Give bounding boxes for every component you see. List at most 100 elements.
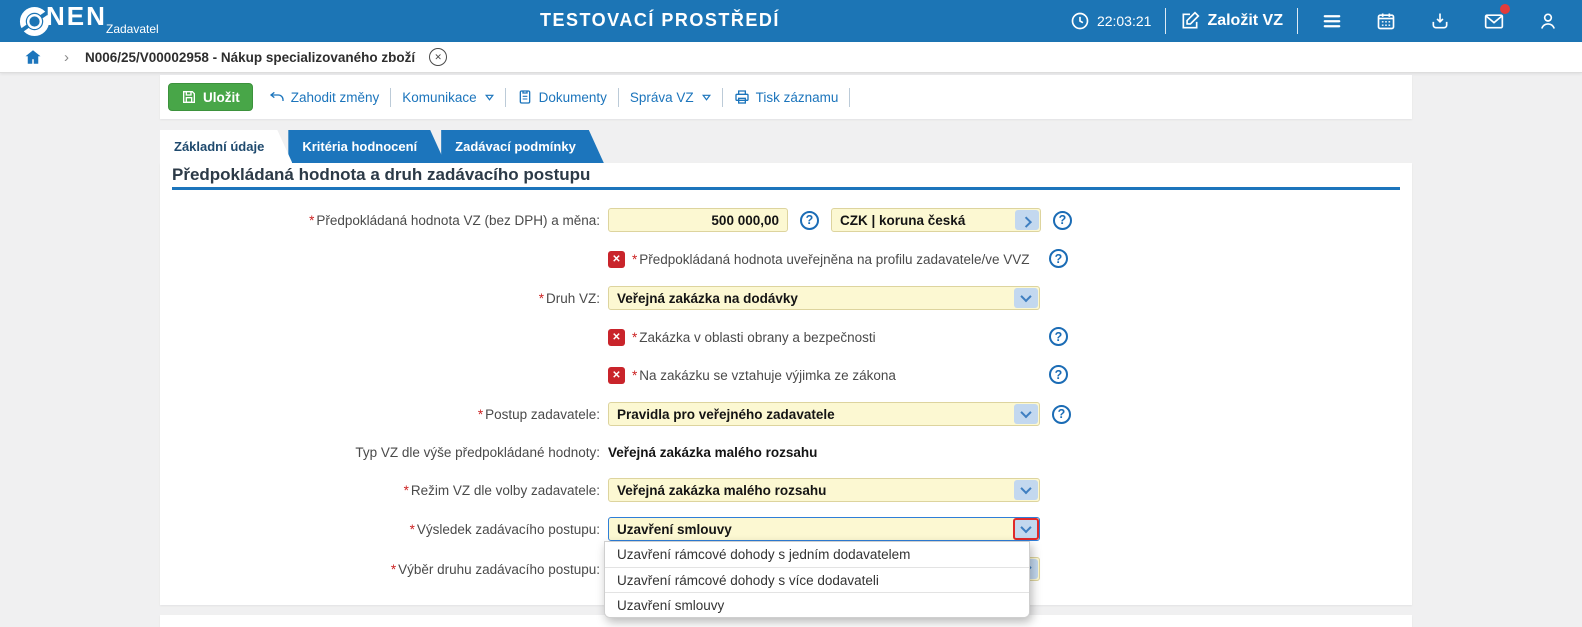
chevron-down-icon <box>1020 482 1032 495</box>
row-defense: ✕ * Zakázka v oblasti obrany a bezpečnost… <box>160 325 1412 349</box>
dropdown-option[interactable]: Uzavření rámcové dohody s více dodavatel… <box>605 567 1029 592</box>
help-icon[interactable]: ? <box>1049 327 1068 346</box>
dropdown-option[interactable]: Uzavření rámcové dohody s jedním dodavat… <box>605 542 1029 567</box>
tab-zakladni-udaje[interactable]: Základní údaje <box>160 130 292 163</box>
chevron-right-icon <box>1020 216 1032 228</box>
currency-picker[interactable]: CZK | koruna česká <box>831 208 1041 232</box>
manage-vz-menu[interactable]: Správa VZ <box>630 90 711 105</box>
row-exception: ✕ * Na zakázku se vztahuje výjimka ze zák… <box>160 363 1412 387</box>
save-label: Uložit <box>203 89 240 105</box>
vyber-druhu-label: * Výběr druhu zadávacího postupu: <box>390 561 600 577</box>
calendar-icon <box>1377 13 1395 30</box>
user-icon <box>1540 13 1556 29</box>
currency-open-button[interactable] <box>1015 210 1039 230</box>
calendar-button[interactable] <box>1373 8 1399 34</box>
app-header: NEN Zadavatel TESTOVACÍ PROSTŘEDÍ 22:03:… <box>0 0 1582 42</box>
communication-menu[interactable]: Komunikace <box>402 89 494 105</box>
postup-select[interactable]: Pravidla pro veřejného zadavatele <box>608 402 1040 426</box>
postup-label: * Postup zadavatele: <box>477 406 600 422</box>
manage-vz-label: Správa VZ <box>629 89 694 105</box>
discard-changes-button[interactable]: Zahodit změny <box>269 89 380 105</box>
rezim-select[interactable]: Veřejná zakázka malého rozsahu <box>608 478 1040 502</box>
create-vz-label: Založit VZ <box>1207 12 1283 29</box>
help-icon[interactable]: ? <box>1052 404 1071 424</box>
checkbox-unchecked-icon[interactable]: ✕ <box>608 366 625 384</box>
toolbar-divider <box>849 87 851 107</box>
menu-button[interactable] <box>1319 8 1345 34</box>
downloads-button[interactable] <box>1427 8 1453 34</box>
print-record-button[interactable]: Tisk záznamu <box>734 89 839 105</box>
vysledek-dropdown-button[interactable] <box>1013 518 1039 540</box>
triangle-down-icon <box>701 94 711 101</box>
druh-vz-dropdown-button[interactable] <box>1014 288 1038 308</box>
vysledek-select[interactable]: Uzavření smlouvy <box>608 517 1040 541</box>
tab-zadavaci-podminky[interactable]: Zadávací podmínky <box>441 130 604 163</box>
vysledek-value: Uzavření smlouvy <box>617 521 732 537</box>
rezim-dropdown-button[interactable] <box>1014 480 1038 500</box>
printer-icon <box>734 90 749 104</box>
toolbar-divider <box>504 87 506 107</box>
document-icon <box>519 90 530 104</box>
checkbox-unchecked-icon[interactable]: ✕ <box>608 328 625 346</box>
documents-button[interactable]: Dokumenty <box>517 89 607 105</box>
postup-value: Pravidla pro veřejného zadavatele <box>617 406 835 422</box>
logo-subtitle: Zadavatel <box>106 22 159 36</box>
druh-vz-value: Veřejná zakázka na dodávky <box>617 290 798 306</box>
record-tabs: Základní údaje Kritéria hodnocení Zadáva… <box>160 130 604 163</box>
save-button[interactable]: Uložit <box>168 83 253 111</box>
header-divider <box>1297 8 1298 34</box>
chevron-down-icon <box>1020 521 1032 534</box>
toolbar-divider <box>721 87 723 107</box>
rezim-value: Veřejná zakázka malého rozsahu <box>617 482 827 498</box>
druh-vz-label: * Druh VZ: <box>538 290 600 306</box>
exception-label: * Na zakázku se vztahuje výjimka ze zákon… <box>632 367 896 383</box>
row-published: ✕ * Předpokládaná hodnota uveřejněna na p… <box>160 247 1412 271</box>
toolbar-divider <box>617 87 619 107</box>
section-rule <box>172 187 1400 190</box>
defense-label: * Zakázka v oblasti obrany a bezpečnosti <box>632 329 876 345</box>
checkbox-unchecked-icon[interactable]: ✕ <box>608 250 625 268</box>
help-icon[interactable]: ? <box>1049 365 1068 384</box>
print-record-label: Tisk záznamu <box>755 89 839 105</box>
estimated-value-input[interactable]: 500 000,00 <box>608 208 788 232</box>
session-clock: 22:03:21 <box>1070 11 1151 31</box>
profile-button[interactable] <box>1535 8 1561 34</box>
help-icon[interactable]: ? <box>1053 210 1072 230</box>
breadcrumb: › N006/25/V00002958 - Nákup specializova… <box>0 42 1582 73</box>
hamburger-icon <box>1323 15 1341 28</box>
help-icon[interactable]: ? <box>800 210 819 230</box>
edit-icon <box>1182 11 1200 29</box>
breadcrumb-chevron: › <box>64 48 69 66</box>
discard-changes-label: Zahodit změny <box>290 89 380 105</box>
row-vysledek: * Výsledek zadávacího postupu: Uzavření s… <box>160 517 1412 541</box>
row-postup: * Postup zadavatele: Pravidla pro veřejné… <box>160 402 1412 426</box>
chevron-down-icon <box>1020 406 1032 419</box>
row-estimated-value: * Předpokládaná hodnota VZ (bez DPH) a mě… <box>160 208 1412 232</box>
vysledek-dropdown-list: Uzavření rámcové dohody s jedním dodavat… <box>604 541 1030 618</box>
mail-icon <box>1484 14 1504 29</box>
logo-text[interactable]: NEN <box>46 1 107 32</box>
row-rezim: * Režim VZ dle volby zadavatele: Veřejná … <box>160 478 1412 502</box>
clock-icon <box>1071 12 1089 30</box>
triangle-down-icon <box>484 94 494 101</box>
notification-dot <box>1500 4 1510 14</box>
tab-kriteria-hodnoceni[interactable]: Kritéria hodnocení <box>288 130 445 163</box>
vysledek-label: * Výsledek zadávacího postupu: <box>409 521 600 537</box>
create-vz-button[interactable]: Založit VZ <box>1180 11 1283 31</box>
dropdown-option[interactable]: Uzavření smlouvy <box>605 592 1029 617</box>
documents-label: Dokumenty <box>538 89 607 105</box>
chevron-down-icon <box>1020 290 1032 303</box>
communication-label: Komunikace <box>402 89 477 105</box>
home-icon[interactable] <box>24 48 42 66</box>
breadcrumb-item[interactable]: N006/25/V00002958 - Nákup specializované… <box>85 50 415 65</box>
close-record-icon[interactable]: ✕ <box>429 48 448 66</box>
form-panel: Předpokládaná hodnota a druh zadávacího … <box>160 163 1412 618</box>
header-divider <box>1165 8 1167 34</box>
record-toolbar: Uložit Zahodit změny Komunikace Dokument… <box>160 75 1412 119</box>
druh-vz-select[interactable]: Veřejná zakázka na dodávky <box>608 286 1040 310</box>
help-icon[interactable]: ? <box>1049 249 1068 268</box>
postup-dropdown-button[interactable] <box>1014 404 1038 424</box>
rezim-label: * Režim VZ dle volby zadavatele: <box>403 482 600 498</box>
messages-button[interactable] <box>1481 4 1510 34</box>
section-heading: Předpokládaná hodnota a druh zadávacího … <box>172 165 591 184</box>
